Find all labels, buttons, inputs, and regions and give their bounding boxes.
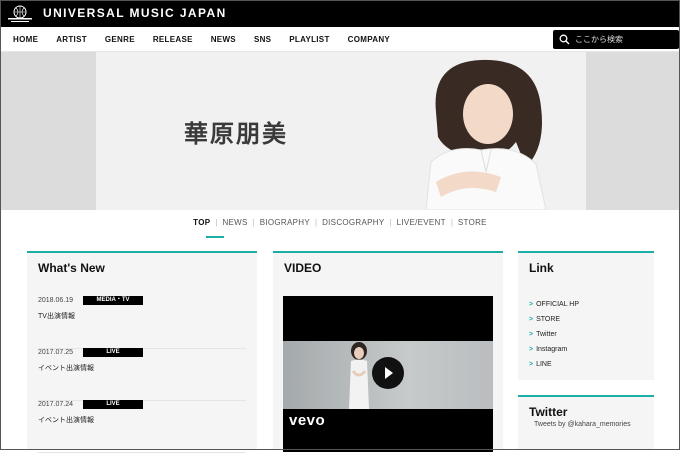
search-box[interactable] [553, 30, 679, 49]
link-line[interactable]: > LINE [529, 357, 579, 372]
link-official-hp[interactable]: > OFFICIAL HP [529, 297, 579, 312]
subnav-tab-top[interactable]: TOP [193, 218, 210, 227]
link-label[interactable]: STORE [536, 316, 560, 323]
subnav-tab-live-event[interactable]: LIVE/EVENT [397, 218, 446, 227]
news-date: 2018.06.19 [38, 297, 74, 304]
news-item[interactable]: 2017.07.25 LIVE イベント出演情報 [38, 348, 246, 401]
subnav-separator: | [450, 218, 453, 227]
chevron-right-icon: > [529, 301, 534, 308]
artist-name: 華原朋美 [184, 119, 288, 148]
news-title[interactable]: TV出演情報 [38, 311, 75, 321]
subnav-tab-discography[interactable]: DISCOGRAPHY [322, 218, 384, 227]
hero-banner: 華原朋美 [96, 52, 586, 210]
news-item[interactable]: 2017.07.24 LIVE イベント出演情報 [38, 400, 246, 453]
news-title[interactable]: イベント出演情報 [38, 363, 94, 373]
whats-new-panel: What's New 2018.06.19 MEDIA・TV TV出演情報 20… [27, 251, 257, 453]
news-title[interactable]: イベント出演情報 [38, 415, 94, 425]
vevo-logo: vevo [289, 412, 326, 429]
twitter-title: Twitter [529, 405, 568, 419]
link-label[interactable]: Twitter [536, 331, 557, 338]
subnav-separator: | [252, 218, 255, 227]
news-item[interactable]: 2018.06.19 MEDIA・TV TV出演情報 [38, 296, 246, 349]
subnav-tab-biography[interactable]: BIOGRAPHY [260, 218, 310, 227]
link-label[interactable]: Instagram [536, 346, 567, 353]
artist-subnav: TOP | NEWS | BIOGRAPHY | DISCOGRAPHY | L… [0, 218, 680, 232]
links-title: Link [529, 261, 554, 275]
link-twitter[interactable]: > Twitter [529, 327, 579, 342]
artist-photo [376, 52, 586, 210]
news-date: 2017.07.25 [38, 349, 74, 356]
search-input[interactable] [573, 32, 673, 47]
nav-item-genre[interactable]: GENRE [96, 35, 144, 44]
nav-item-artist[interactable]: ARTIST [47, 35, 96, 44]
play-button[interactable] [372, 357, 404, 389]
link-label[interactable]: OFFICIAL HP [536, 301, 579, 308]
news-date: 2017.07.24 [38, 401, 74, 408]
news-category-badge: LIVE [83, 348, 143, 357]
subnav-separator: | [215, 218, 218, 227]
whats-new-title: What's New [38, 261, 105, 275]
chevron-right-icon: > [529, 316, 534, 323]
chevron-right-icon: > [529, 346, 534, 353]
nav-item-release[interactable]: RELEASE [144, 35, 202, 44]
link-label[interactable]: LINE [536, 361, 552, 368]
active-tab-indicator [206, 236, 224, 238]
link-store[interactable]: > STORE [529, 312, 579, 327]
video-player[interactable]: vevo [283, 296, 493, 452]
brand-bar: UNIVERSAL MUSIC JAPAN [0, 0, 680, 27]
news-category-badge: MEDIA・TV [83, 296, 143, 305]
nav-item-home[interactable]: HOME [0, 35, 47, 44]
subnav-tab-news[interactable]: NEWS [222, 218, 247, 227]
chevron-right-icon: > [529, 361, 534, 368]
link-instagram[interactable]: > Instagram [529, 342, 579, 357]
link-list: > OFFICIAL HP > STORE > Twitter > Instagram … [529, 297, 579, 372]
chevron-right-icon: > [529, 331, 534, 338]
news-category-badge: LIVE [83, 400, 143, 409]
twitter-timeline-link[interactable]: Tweets by @kahara_memories [534, 421, 631, 428]
subnav-separator: | [389, 218, 392, 227]
video-title: VIDEO [284, 261, 322, 275]
links-panel: Link > OFFICIAL HP > STORE > Twitter > Insta… [518, 251, 654, 380]
search-icon[interactable] [559, 34, 570, 45]
artist-hero: 華原朋美 [0, 52, 680, 210]
twitter-panel: Twitter Tweets by @kahara_memories [518, 395, 654, 450]
brand-name[interactable]: UNIVERSAL MUSIC JAPAN [43, 6, 227, 20]
nav-item-news[interactable]: NEWS [202, 35, 245, 44]
nav-item-company[interactable]: COMPANY [339, 35, 399, 44]
universal-globe-logo[interactable] [6, 3, 34, 24]
subnav-separator: | [315, 218, 318, 227]
subnav-tab-store[interactable]: STORE [458, 218, 487, 227]
video-panel: VIDEO vevo [273, 251, 503, 452]
nav-item-playlist[interactable]: PLAYLIST [280, 35, 338, 44]
nav-item-sns[interactable]: SNS [245, 35, 280, 44]
